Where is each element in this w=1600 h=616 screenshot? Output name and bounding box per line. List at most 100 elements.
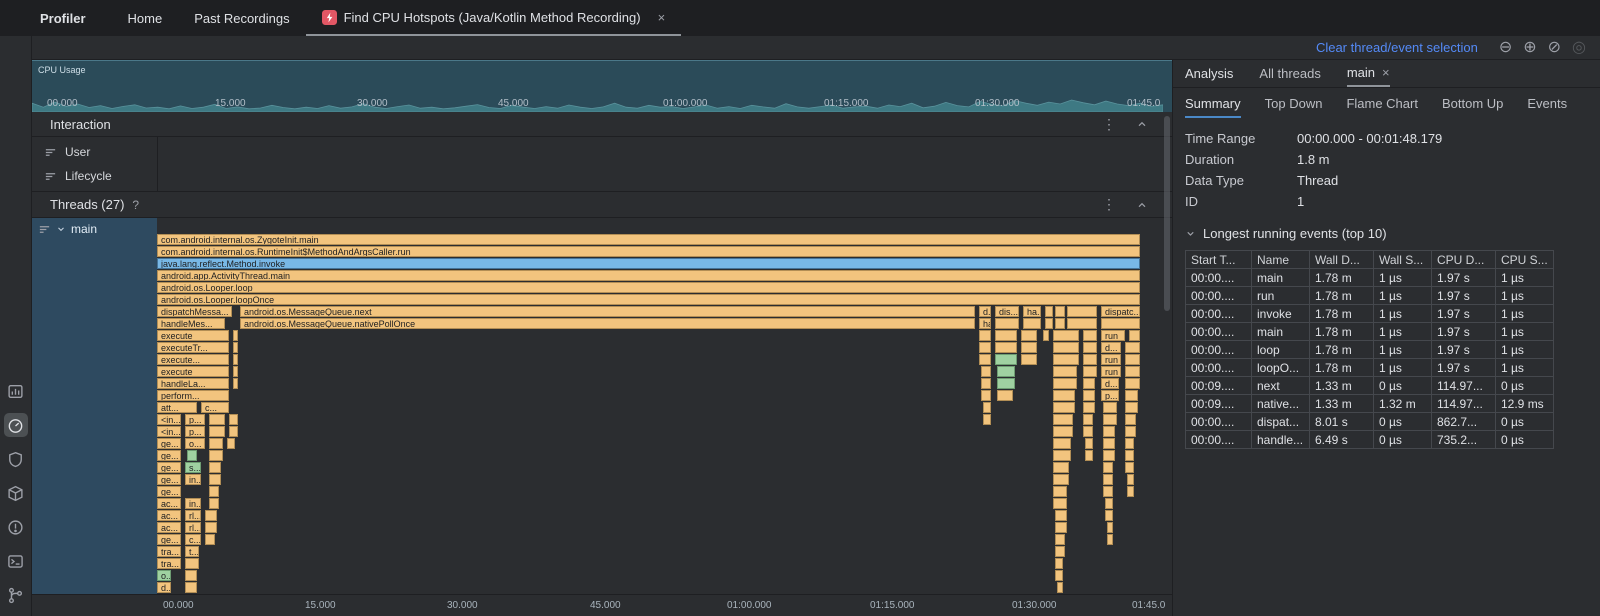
flame-frame[interactable]: [187, 450, 197, 461]
events-row[interactable]: 00:00....loopO...1.78 m1 µs1.97 s1 µs: [1186, 359, 1554, 377]
flame-frame[interactable]: in...: [185, 498, 201, 509]
flame-frame[interactable]: [995, 318, 1019, 329]
flame-frame[interactable]: [1021, 354, 1037, 365]
flame-frame[interactable]: o...: [157, 570, 171, 581]
flame-frame[interactable]: [205, 534, 215, 545]
flame-frame[interactable]: [1125, 342, 1140, 353]
threads-menu-icon[interactable]: ⋮: [1102, 196, 1116, 213]
flame-frame[interactable]: p...: [185, 426, 205, 437]
flame-frame[interactable]: [1105, 498, 1113, 509]
flame-frame[interactable]: [1085, 450, 1093, 461]
clear-selection-link[interactable]: Clear thread/event selection: [1316, 40, 1478, 55]
close-tab-icon[interactable]: ×: [658, 10, 666, 25]
flame-frame[interactable]: [1083, 354, 1097, 365]
flame-frame[interactable]: [997, 366, 1015, 377]
flame-frame[interactable]: [997, 378, 1015, 389]
flame-frame[interactable]: rl...: [185, 510, 201, 521]
flame-frame[interactable]: [227, 438, 235, 449]
events-col-header[interactable]: CPU S...: [1496, 251, 1554, 269]
flame-frame[interactable]: [995, 342, 1017, 353]
flame-frame[interactable]: [1125, 414, 1136, 425]
flame-frame[interactable]: [1053, 354, 1079, 365]
flame-frame[interactable]: [1125, 402, 1138, 413]
flame-frame[interactable]: com.android.internal.os.RuntimeInit$Meth…: [157, 246, 1140, 257]
tab-all-threads[interactable]: All threads: [1259, 60, 1320, 87]
subtab-top-down[interactable]: Top Down: [1265, 88, 1323, 118]
flame-frame[interactable]: execute: [157, 366, 229, 377]
flame-frame[interactable]: ge...: [157, 462, 181, 473]
events-col-header[interactable]: Wall S...: [1374, 251, 1432, 269]
flame-frame[interactable]: [1055, 558, 1063, 569]
flame-frame[interactable]: [1055, 534, 1065, 545]
flame-frame[interactable]: [979, 354, 991, 365]
close-analysis-tab-icon[interactable]: ×: [1382, 65, 1390, 80]
flame-frame[interactable]: [981, 366, 991, 377]
flame-frame[interactable]: [233, 342, 238, 353]
flame-frame[interactable]: [1055, 510, 1067, 521]
flame-frame[interactable]: [1083, 330, 1097, 341]
flame-frame[interactable]: execute...: [157, 354, 229, 365]
flame-frame[interactable]: c...: [185, 534, 201, 545]
flame-frame[interactable]: android.os.MessageQueue.next: [240, 306, 975, 317]
flame-frame[interactable]: [1023, 318, 1041, 329]
flame-frame[interactable]: ac...: [157, 498, 181, 509]
flame-frame[interactable]: [1053, 498, 1067, 509]
events-col-header[interactable]: Start T...: [1186, 251, 1252, 269]
flame-frame[interactable]: [185, 570, 197, 581]
flame-frame[interactable]: [1067, 318, 1097, 329]
flame-frame[interactable]: [209, 462, 221, 473]
flame-frame[interactable]: c...: [201, 402, 229, 413]
flame-frame[interactable]: [205, 522, 217, 533]
flame-frame[interactable]: [1083, 402, 1095, 413]
events-row[interactable]: 00:09....native...1.33 m1.32 m114.97...1…: [1186, 395, 1554, 413]
flame-frame[interactable]: dis...: [995, 306, 1019, 317]
flame-frame[interactable]: [1125, 462, 1134, 473]
problems-icon[interactable]: [4, 515, 28, 539]
flame-frame[interactable]: [1083, 426, 1093, 437]
flame-frame[interactable]: [1053, 450, 1071, 461]
flame-frame[interactable]: [233, 330, 238, 341]
flame-frame[interactable]: tra...: [157, 558, 181, 569]
flame-frame[interactable]: [1103, 474, 1113, 485]
flame-frame[interactable]: handleLa...: [157, 378, 229, 389]
flame-frame[interactable]: [209, 498, 219, 509]
flame-frame[interactable]: android.os.Looper.loop: [157, 282, 1140, 293]
flame-frame[interactable]: <in...: [157, 426, 181, 437]
flame-frame[interactable]: [1125, 378, 1140, 389]
events-row[interactable]: 00:00....dispat...8.01 s0 µs862.7...0 µs: [1186, 413, 1554, 431]
zoom-out-icon[interactable]: ⊖: [1499, 40, 1512, 56]
flame-frame[interactable]: execute: [157, 330, 229, 341]
interaction-row-user[interactable]: User: [32, 140, 1172, 164]
flame-frame[interactable]: ge...: [157, 486, 181, 497]
flame-frame[interactable]: s...: [185, 462, 201, 473]
subtab-bottom-up[interactable]: Bottom Up: [1442, 88, 1503, 118]
flame-frame[interactable]: com.android.internal.os.ZygoteInit.main: [157, 234, 1140, 245]
flame-frame[interactable]: o...: [185, 438, 205, 449]
flame-frame[interactable]: [1053, 330, 1079, 341]
flame-frame[interactable]: d...: [1101, 342, 1121, 353]
flame-frame[interactable]: [205, 510, 217, 521]
cpu-usage-chart[interactable]: CPU Usage 00.00015.00030.00045.00001:00.…: [32, 60, 1172, 112]
flame-frame[interactable]: [1045, 306, 1053, 317]
flame-frame[interactable]: [1057, 582, 1063, 593]
flame-frame[interactable]: android.os.MessageQueue.nativePollOnce: [240, 318, 975, 329]
flame-frame[interactable]: [1085, 438, 1093, 449]
flame-frame[interactable]: [1083, 414, 1093, 425]
flame-frame[interactable]: run: [1101, 354, 1121, 365]
flame-frame[interactable]: [1103, 486, 1113, 497]
flame-frame[interactable]: ge...: [157, 450, 181, 461]
flame-frame[interactable]: run: [1101, 366, 1121, 377]
events-col-header[interactable]: Wall D...: [1310, 251, 1374, 269]
flame-frame[interactable]: [1083, 390, 1095, 401]
flame-frame[interactable]: [995, 330, 1017, 341]
flame-frame[interactable]: ac...: [157, 510, 181, 521]
flame-frame[interactable]: [979, 342, 991, 353]
flame-frame[interactable]: perform...: [157, 390, 229, 401]
flame-frame[interactable]: [1021, 330, 1037, 341]
zoom-to-selection-icon[interactable]: ◎: [1572, 40, 1586, 56]
flame-frame[interactable]: [1105, 510, 1113, 521]
flame-frame[interactable]: [1125, 438, 1134, 449]
flame-frame[interactable]: [1101, 318, 1140, 329]
flame-frame[interactable]: [1053, 462, 1069, 473]
events-col-header[interactable]: CPU D...: [1432, 251, 1496, 269]
